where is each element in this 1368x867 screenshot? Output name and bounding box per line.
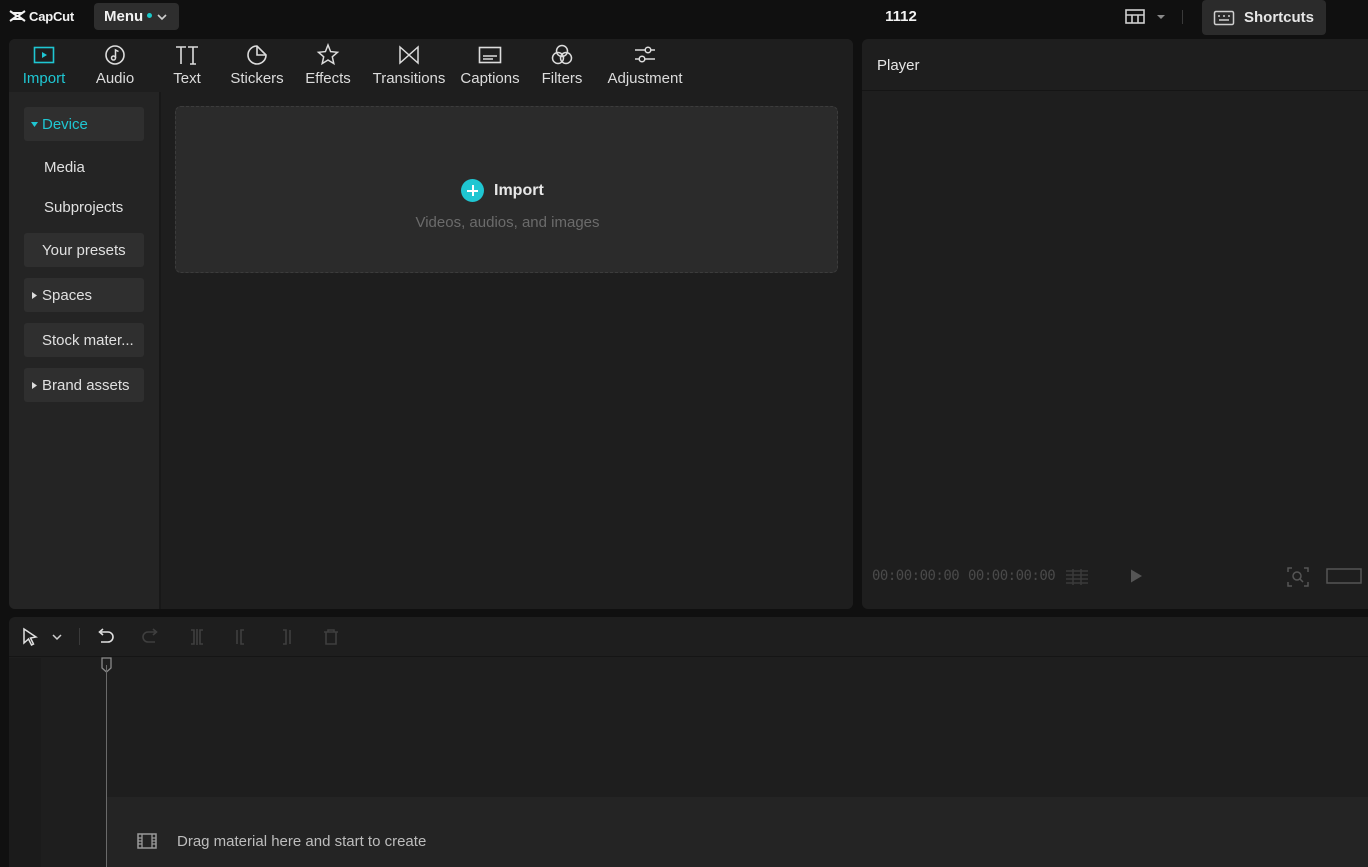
tab-label: Captions <box>460 70 520 87</box>
shortcuts-label: Shortcuts <box>1244 9 1315 26</box>
sidebar-item-brand-assets[interactable]: Brand assets <box>24 368 144 402</box>
sidebar-item-subprojects[interactable]: Subprojects <box>24 190 144 224</box>
trim-right-icon[interactable] <box>275 627 295 647</box>
plus-icon <box>461 179 484 202</box>
trim-left-icon[interactable] <box>232 627 252 647</box>
tab-label: Audio <box>95 70 135 87</box>
media-panel: Import Audio Text Stickers Effects Trans… <box>9 39 853 609</box>
capcut-logo-icon <box>9 10 26 22</box>
tab-captions[interactable]: Captions <box>457 43 523 91</box>
app-name: CapCut <box>29 8 75 24</box>
tab-label: Filters <box>541 70 583 87</box>
total-timecode: 00:00:00:00 <box>968 568 1056 584</box>
play-icon[interactable] <box>1128 568 1144 584</box>
chevron-down-icon <box>1157 15 1165 19</box>
timeline-panel: Drag material here and start to create <box>9 617 1368 867</box>
tab-label: Import <box>22 70 66 87</box>
player-header: Player <box>862 39 1368 91</box>
sidebar: Device Media Subprojects Your presets Sp… <box>9 92 159 609</box>
project-title[interactable]: 1112 <box>870 8 932 25</box>
tab-filters[interactable]: Filters <box>539 43 585 91</box>
tab-effects[interactable]: Effects <box>304 43 352 91</box>
tab-label: Text <box>173 70 201 87</box>
layout-icon <box>1125 9 1145 24</box>
sidebar-item-label: Subprojects <box>44 198 124 216</box>
tab-transitions[interactable]: Transitions <box>370 43 448 91</box>
toolbar-divider <box>79 628 80 645</box>
text-icon <box>176 46 198 65</box>
import-dropzone[interactable]: Import Videos, audios, and images <box>175 106 838 273</box>
sidebar-item-label: Your presets <box>42 241 126 259</box>
aspect-ratio-icon[interactable] <box>1326 568 1362 584</box>
toolbar-divider <box>1182 10 1183 24</box>
import-hint: Videos, audios, and images <box>415 214 600 231</box>
adjustment-icon <box>635 46 655 63</box>
keyboard-icon <box>1213 10 1235 25</box>
tab-audio[interactable]: Audio <box>92 43 138 91</box>
shortcuts-button[interactable]: Shortcuts <box>1202 0 1326 35</box>
tab-label: Transitions <box>372 70 446 87</box>
sidebar-item-device[interactable]: Device <box>24 107 144 141</box>
sidebar-item-label: Brand assets <box>42 376 130 394</box>
player-title: Player <box>877 57 920 74</box>
stickers-icon <box>247 45 267 65</box>
tab-text[interactable]: Text <box>167 43 207 91</box>
timeline-empty-hint: Drag material here and start to create <box>177 833 427 850</box>
captions-icon <box>478 46 502 64</box>
sidebar-item-label: Spaces <box>42 286 93 304</box>
tab-label: Stickers <box>230 70 284 87</box>
menu-button[interactable]: Menu <box>94 3 179 30</box>
app-logo: CapCut <box>9 6 74 26</box>
sidebar-item-your-presets[interactable]: Your presets <box>24 233 144 267</box>
select-cursor-icon[interactable] <box>20 627 40 647</box>
tab-bar: Import Audio Text Stickers Effects Trans… <box>9 39 853 92</box>
sidebar-item-label: Media <box>44 158 85 176</box>
import-button[interactable]: Import <box>461 179 544 202</box>
track-header-column <box>9 658 41 867</box>
sidebar-item-spaces[interactable]: Spaces <box>24 278 144 312</box>
main-track-dropzone[interactable] <box>107 797 1368 867</box>
notification-dot <box>147 13 153 18</box>
timeline-toolbar <box>9 617 1368 657</box>
timeline-grid-icon <box>1066 569 1088 585</box>
split-icon[interactable] <box>187 627 207 647</box>
tab-adjustment[interactable]: Adjustment <box>602 43 688 91</box>
player-panel: Player 00:00:00:00 00:00:00:00 <box>862 39 1368 609</box>
chevron-down-icon[interactable] <box>51 631 63 643</box>
current-timecode: 00:00:00:00 <box>872 568 960 584</box>
redo-icon[interactable] <box>141 627 161 647</box>
caret-right-icon <box>32 381 37 389</box>
caret-down-icon <box>31 121 38 127</box>
effects-icon <box>316 43 340 66</box>
sidebar-item-stock-material[interactable]: Stock mater... <box>24 323 144 357</box>
tab-label: Adjustment <box>607 70 683 87</box>
zoom-fit-icon[interactable] <box>1286 566 1310 588</box>
transitions-icon <box>399 45 419 65</box>
sidebar-item-label: Stock mater... <box>42 331 134 349</box>
media-content: Import Videos, audios, and images <box>161 92 853 609</box>
import-label: Import <box>494 181 544 199</box>
tab-stickers[interactable]: Stickers <box>228 43 286 91</box>
menu-label: Menu <box>104 8 144 25</box>
sidebar-item-media[interactable]: Media <box>24 150 144 184</box>
caret-right-icon <box>32 291 37 299</box>
sidebar-item-label: Device <box>42 115 88 133</box>
chevron-down-icon <box>157 13 167 20</box>
import-icon <box>33 46 55 64</box>
delete-icon[interactable] <box>321 627 341 647</box>
filters-icon <box>551 44 573 65</box>
tab-label: Effects <box>305 70 351 87</box>
title-bar: CapCut Menu 1112 Shortcuts <box>0 0 1368 35</box>
undo-icon[interactable] <box>95 627 115 647</box>
audio-icon <box>105 45 125 65</box>
tab-import[interactable]: Import <box>18 43 70 91</box>
layout-button[interactable] <box>1124 6 1169 28</box>
film-icon <box>137 833 157 849</box>
